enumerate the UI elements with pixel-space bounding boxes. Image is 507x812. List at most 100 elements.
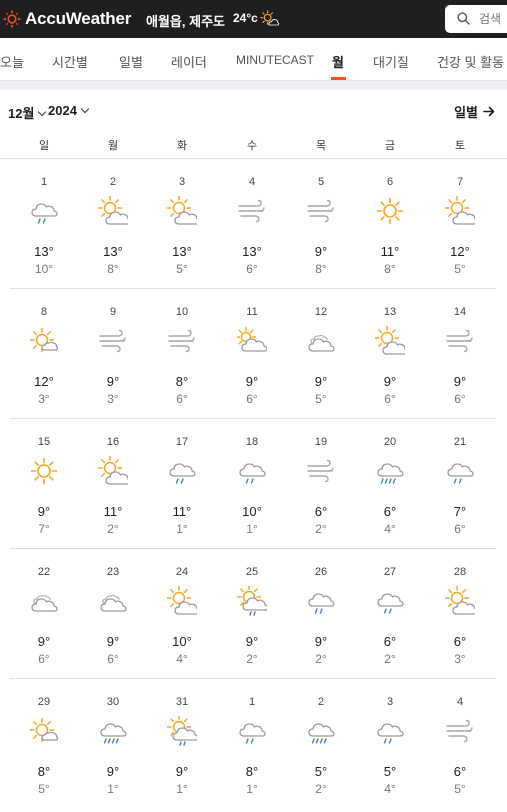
day-cell[interactable]: 26 9° 2° xyxy=(291,548,351,678)
weekday-wed: 수 xyxy=(246,140,258,152)
day-cell[interactable]: 14 9° 6° xyxy=(430,288,490,418)
tab-minutecast[interactable]: MINUTECAST xyxy=(236,53,314,67)
sun-cloud-icon xyxy=(375,326,405,355)
day-cell[interactable]: 21 7° 6° xyxy=(430,418,490,548)
day-cell[interactable]: 4 13° 6° xyxy=(222,158,282,288)
nav-tabs: 오늘 시간별 일별 레이더 MINUTECAST 월 대기질 건강 및 활동 xyxy=(0,38,507,81)
tab-air-quality[interactable]: 대기질 xyxy=(373,52,409,71)
low-temp: 2° xyxy=(315,652,327,666)
day-cell[interactable]: 7 12° 5° xyxy=(430,158,490,288)
day-cell[interactable]: 18 10° 1° xyxy=(222,418,282,548)
day-number: 2 xyxy=(109,176,117,188)
day-cell[interactable]: 2 5° 2° xyxy=(291,678,351,808)
low-temp: 6° xyxy=(246,392,258,406)
day-cell[interactable]: 28 6° 3° xyxy=(430,548,490,678)
tab-monthly[interactable]: 월 xyxy=(332,52,344,71)
high-temp: 11° xyxy=(172,504,192,519)
day-cell[interactable]: 11 9° 6° xyxy=(222,288,282,418)
day-number: 12 xyxy=(314,306,328,318)
high-temp: 9° xyxy=(106,374,120,389)
day-cell[interactable]: 31 9° 1° xyxy=(152,678,212,808)
day-number: 13 xyxy=(383,306,397,318)
day-cell[interactable]: 25 9° 2° xyxy=(222,548,282,678)
search-box[interactable] xyxy=(445,5,507,33)
day-cell[interactable]: 22 9° 6° xyxy=(14,548,74,678)
wind-icon xyxy=(446,719,473,743)
day-cell[interactable]: 1 8° 1° xyxy=(222,678,282,808)
day-cell[interactable]: 10 8° 6° xyxy=(152,288,212,418)
tab-today[interactable]: 오늘 xyxy=(0,52,24,71)
sun-behind-cloud-icon xyxy=(237,326,267,352)
month-dropdown[interactable]: 12월 xyxy=(8,103,47,122)
day-cell[interactable]: 4 6° 5° xyxy=(430,678,490,808)
cloud-rain-icon xyxy=(447,463,474,484)
day-cell[interactable]: 9 9° 3° xyxy=(83,288,143,418)
search-icon xyxy=(457,12,470,25)
day-number: 27 xyxy=(383,566,397,578)
arrow-right-icon xyxy=(483,106,495,117)
day-cell[interactable]: 2 13° 8° xyxy=(83,158,143,288)
year-dropdown[interactable]: 2024 xyxy=(48,103,90,118)
day-number: 21 xyxy=(453,436,467,448)
day-cell[interactable]: 29 8° 5° xyxy=(14,678,74,808)
cloud-heavy-rain-icon xyxy=(100,723,127,744)
top-bar: AccuWeather 애월읍, 제주도 24°c xyxy=(0,0,507,38)
day-cell[interactable]: 20 6° 4° xyxy=(360,418,420,548)
daily-view-link[interactable]: 일별 xyxy=(454,102,495,121)
day-cell[interactable]: 23 9° 6° xyxy=(83,548,143,678)
day-number: 28 xyxy=(453,566,467,578)
cloud-heavy-rain-icon xyxy=(377,463,404,484)
high-temp: 9° xyxy=(383,374,397,389)
day-cell[interactable]: 24 10° 4° xyxy=(152,548,212,678)
day-number: 24 xyxy=(175,566,189,578)
day-cell[interactable]: 27 6° 2° xyxy=(360,548,420,678)
search-input[interactable] xyxy=(479,9,507,29)
high-temp: 5° xyxy=(314,764,328,779)
tab-radar[interactable]: 레이더 xyxy=(171,52,207,71)
day-cell[interactable]: 3 5° 4° xyxy=(360,678,420,808)
low-temp: 3° xyxy=(107,392,119,406)
day-cell[interactable]: 13 9° 6° xyxy=(360,288,420,418)
high-temp: 7° xyxy=(453,504,467,519)
day-cell[interactable]: 19 6° 2° xyxy=(291,418,351,548)
location-name[interactable]: 애월읍, 제주도 xyxy=(146,11,225,30)
day-cell[interactable]: 30 9° 1° xyxy=(83,678,143,808)
tab-hourly[interactable]: 시간별 xyxy=(52,52,88,71)
tab-daily[interactable]: 일별 xyxy=(119,52,143,71)
high-temp: 10° xyxy=(172,634,192,649)
tab-health-activities[interactable]: 건강 및 활동 xyxy=(437,52,504,71)
cloudy-icon xyxy=(308,334,335,352)
day-number: 6 xyxy=(386,176,394,188)
high-temp: 9° xyxy=(314,374,328,389)
high-temp: 6° xyxy=(453,634,467,649)
high-temp: 8° xyxy=(175,374,189,389)
day-cell[interactable]: 5 9° 8° xyxy=(291,158,351,288)
low-temp: 2° xyxy=(384,652,396,666)
day-number: 17 xyxy=(175,436,189,448)
day-cell[interactable]: 12 9° 5° xyxy=(291,288,351,418)
high-temp: 9° xyxy=(175,764,189,779)
cloud-rain-icon xyxy=(308,593,335,614)
day-cell[interactable]: 1 13° 10° xyxy=(14,158,74,288)
weekday-mon: 월 xyxy=(107,140,119,152)
day-cell[interactable]: 16 11° 2° xyxy=(83,418,143,548)
day-number: 11 xyxy=(246,306,258,318)
day-cell[interactable]: 8 12° 3° xyxy=(14,288,74,418)
sun-icon xyxy=(30,457,58,485)
cloud-rain-icon xyxy=(377,593,404,614)
day-cell[interactable]: 6 11° 8° xyxy=(360,158,420,288)
day-cell[interactable]: 15 9° 7° xyxy=(14,418,74,548)
high-temp: 9° xyxy=(37,634,51,649)
calendar-week: 1 13° 10° 2 13° 8° 3 13° 5° 4 13° 6° 5 9° 8° 6 11° 8° 7 12°… xyxy=(10,158,496,289)
low-temp: 1° xyxy=(246,522,258,536)
wind-icon xyxy=(238,199,265,223)
day-cell[interactable]: 3 13° 5° xyxy=(152,158,212,288)
low-temp: 6° xyxy=(384,392,396,406)
day-cell[interactable]: 17 11° 1° xyxy=(152,418,212,548)
accuweather-logo[interactable]: AccuWeather xyxy=(2,9,131,29)
low-temp: 1° xyxy=(176,782,188,796)
calendar-week: 8 12° 3° 9 9° 3° 10 8° 6° 11 9° 6° 12 9° 5° 13 9° 6° 14 9° 6… xyxy=(10,288,496,419)
month-label: 12월 xyxy=(8,106,35,121)
monthly-calendar-card: 12월 2024 일별 일월화수목금토 1 13° 10° 2 13° 8° 3 13° 5° 4… xyxy=(0,90,507,812)
day-number: 30 xyxy=(106,696,120,708)
